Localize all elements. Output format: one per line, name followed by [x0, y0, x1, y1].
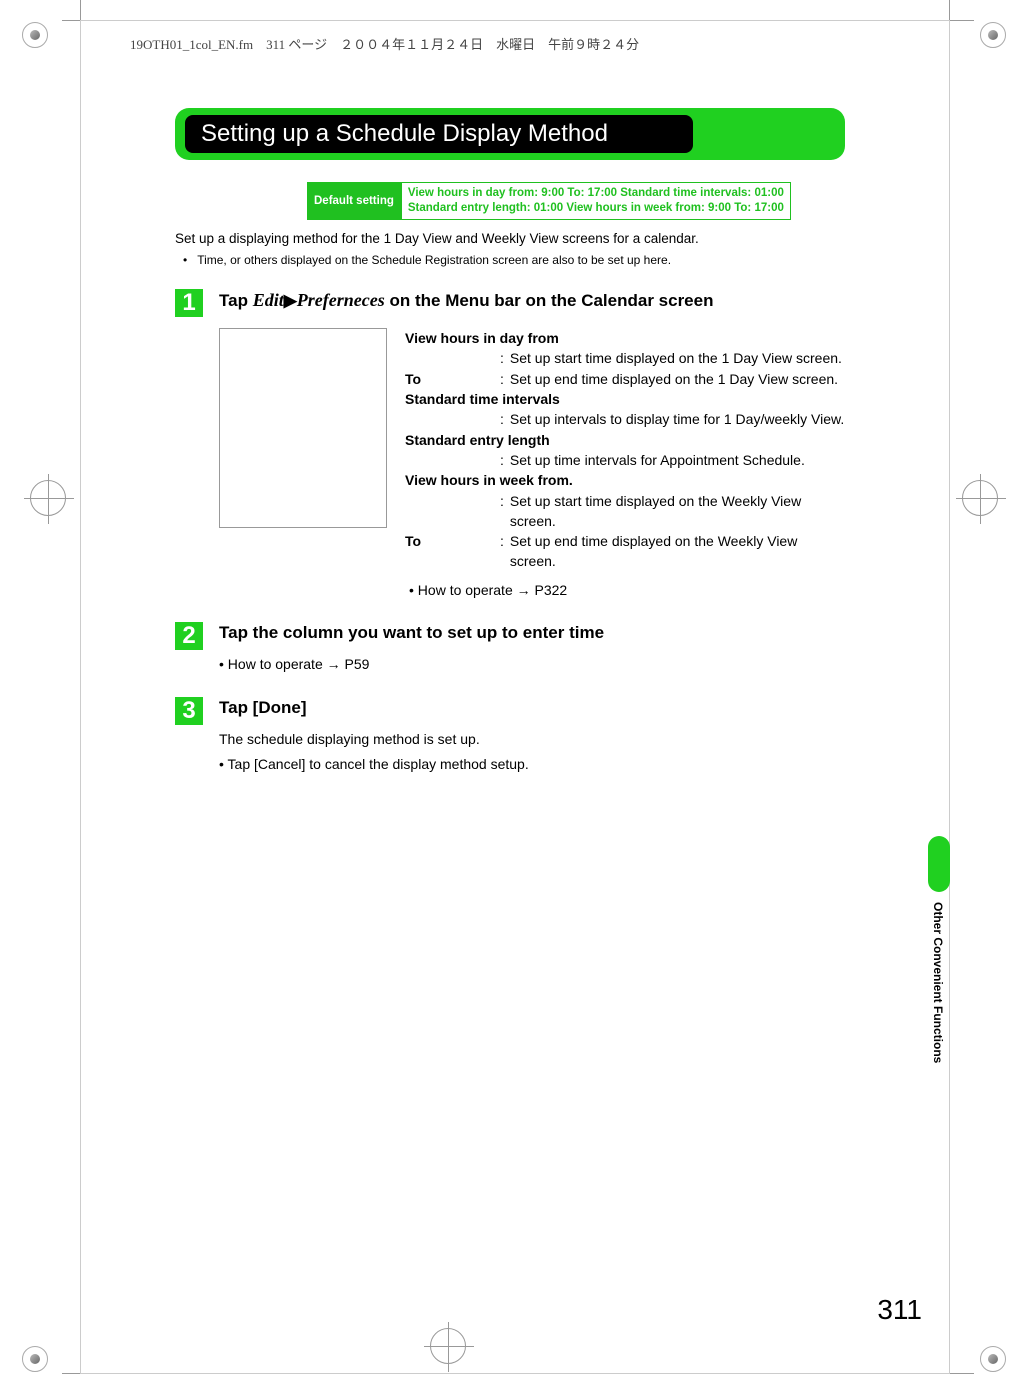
def-desc: Set up start time displayed on the 1 Day… — [510, 348, 845, 368]
step-number: 3 — [175, 697, 203, 725]
def-label: To — [405, 531, 500, 572]
crop-mark-icon — [80, 0, 81, 20]
step-3: 3 Tap [Done] The schedule displaying met… — [175, 697, 845, 775]
step-3-text: The schedule displaying method is set up… — [219, 729, 845, 750]
step-2: 2 Tap the column you want to set up to e… — [175, 622, 845, 675]
side-tab-label: Other Convenient Functions — [931, 902, 945, 1063]
screenshot-placeholder — [219, 328, 387, 528]
def-desc: Set up intervals to display time for 1 D… — [510, 409, 845, 429]
step-number: 2 — [175, 622, 203, 650]
step-2-title: Tap the column you want to set up to ent… — [219, 622, 845, 644]
default-setting-line1: View hours in day from: 9:00 To: 17:00 S… — [408, 186, 784, 201]
side-tab: Other Convenient Functions — [928, 836, 950, 1096]
def-label: Standard time intervals — [405, 389, 560, 409]
def-label: To — [405, 369, 500, 389]
crop-mark-icon — [949, 0, 950, 20]
registration-mark-icon — [962, 480, 998, 516]
running-header: 19OTH01_1col_EN.fm 311 ページ ２００４年１１月２４日 水… — [130, 34, 639, 53]
corner-dot-icon — [980, 1346, 1006, 1372]
page-number: 311 — [877, 1294, 922, 1326]
step-3-title: Tap [Done] — [219, 697, 845, 719]
def-label: View hours in week from. — [405, 470, 573, 490]
default-setting-line2: Standard entry length: 01:00 View hours … — [408, 201, 784, 216]
howto-ref: • How to operate → P59 — [219, 654, 845, 675]
def-desc: Set up end time displayed on the 1 Day V… — [510, 369, 845, 389]
def-desc: Set up start time displayed on the Weekl… — [510, 491, 845, 532]
intro-text: Set up a displaying method for the 1 Day… — [175, 230, 845, 249]
side-tab-marker — [928, 836, 950, 892]
default-setting-value: View hours in day from: 9:00 To: 17:00 S… — [401, 182, 791, 220]
step-3-bullet: • Tap [Cancel] to cancel the display met… — [219, 754, 845, 775]
default-setting-label: Default setting — [307, 182, 401, 220]
corner-dot-icon — [22, 22, 48, 48]
def-label: Standard entry length — [405, 430, 550, 450]
step-1: 1 Tap Edit▶Preferneces on the Menu bar o… — [175, 289, 845, 600]
howto-ref: • How to operate → P322 — [409, 580, 845, 600]
step-1-title: Tap Edit▶Preferneces on the Menu bar on … — [219, 289, 845, 312]
step-number: 1 — [175, 289, 203, 317]
default-setting-box: Default setting View hours in day from: … — [307, 182, 845, 220]
page-content: Setting up a Schedule Display Method Def… — [175, 108, 845, 775]
def-desc: Set up end time displayed on the Weekly … — [510, 531, 845, 572]
def-label: View hours in day from — [405, 328, 559, 348]
corner-dot-icon — [22, 1346, 48, 1372]
corner-dot-icon — [980, 22, 1006, 48]
registration-mark-icon — [30, 480, 66, 516]
def-desc: Set up time intervals for Appointment Sc… — [510, 450, 845, 470]
section-title: Setting up a Schedule Display Method — [185, 115, 693, 153]
definitions-list: View hours in day from :Set up start tim… — [405, 328, 845, 600]
section-title-bar: Setting up a Schedule Display Method — [175, 108, 845, 160]
intro-bullet: • Time, or others displayed on the Sched… — [179, 253, 845, 267]
